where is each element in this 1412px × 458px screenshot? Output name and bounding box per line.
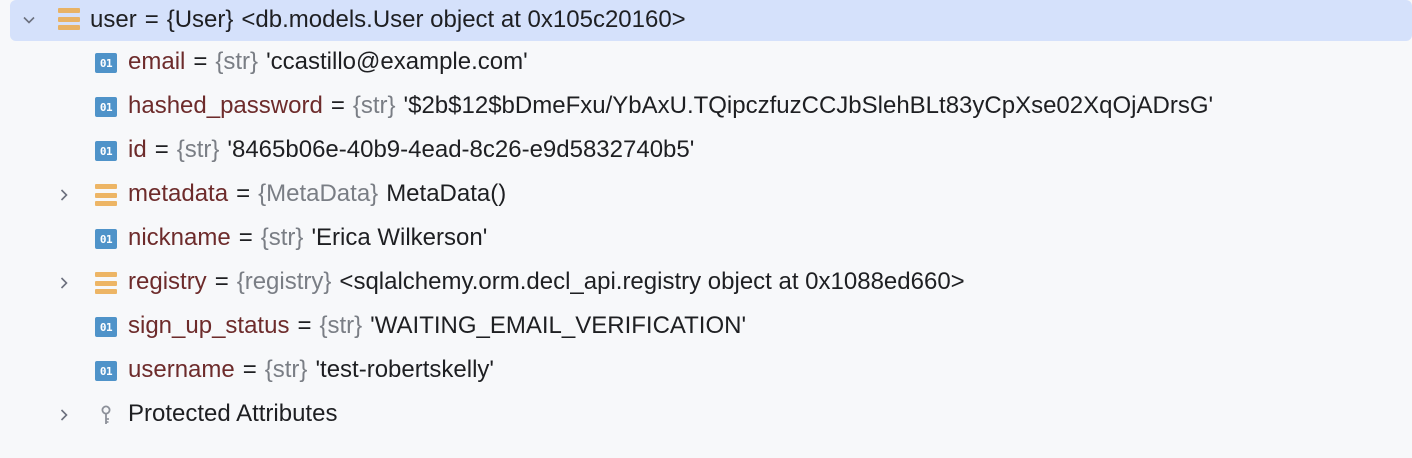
variable-name: sign_up_status: [128, 312, 290, 339]
variable-type: {str}: [319, 312, 363, 339]
equals-sign: =: [154, 136, 169, 163]
primitive-icon: 01: [95, 53, 117, 73]
variable-value: 'ccastillo@example.com': [266, 48, 528, 75]
chevron-right-icon[interactable]: [52, 403, 76, 427]
tree-row-id[interactable]: 01 id = {str} '8465b06e-40b9-4ead-8c26-e…: [0, 129, 1412, 173]
variable-name: registry: [128, 268, 207, 295]
tree-row-username[interactable]: 01 username = {str} 'test-robertskelly': [0, 349, 1412, 393]
tree-row-protected-attributes[interactable]: Protected Attributes: [0, 393, 1412, 437]
variable-value: 'Erica Wilkerson': [311, 224, 488, 251]
variable-value: <db.models.User object at 0x105c20160>: [241, 6, 686, 33]
tree-row-email[interactable]: 01 email = {str} 'ccastillo@example.com': [0, 41, 1412, 85]
tree-row-metadata[interactable]: metadata = {MetaData} MetaData(): [0, 173, 1412, 217]
variable-type: {str}: [215, 48, 259, 75]
variable-name: nickname: [128, 224, 231, 251]
protected-attributes-label: Protected Attributes: [128, 400, 338, 427]
variable-type: {registry}: [236, 268, 332, 295]
equals-sign: =: [236, 180, 251, 207]
variable-type: {str}: [352, 92, 396, 119]
variable-type: {str}: [176, 136, 220, 163]
variable-value: 'test-robertskelly': [315, 356, 494, 383]
chevron-down-icon[interactable]: [17, 8, 41, 32]
variable-name: hashed_password: [128, 92, 323, 119]
equals-sign: =: [297, 312, 312, 339]
tree-row-hashed-password[interactable]: 01 hashed_password = {str} '$2b$12$bDmeF…: [0, 85, 1412, 129]
equals-sign: =: [238, 224, 253, 251]
equals-sign: =: [242, 356, 257, 383]
equals-sign: =: [214, 268, 229, 295]
chevron-right-icon[interactable]: [52, 271, 76, 295]
variable-name: username: [128, 356, 235, 383]
debugger-variables-tree: user = {User} <db.models.User object at …: [0, 0, 1412, 458]
primitive-icon: 01: [95, 97, 117, 117]
tree-row-user[interactable]: user = {User} <db.models.User object at …: [10, 0, 1412, 41]
variable-name: email: [128, 48, 186, 75]
primitive-icon: 01: [95, 317, 117, 337]
object-icon: [95, 184, 117, 206]
equals-sign: =: [144, 6, 159, 33]
chevron-right-icon[interactable]: [52, 183, 76, 207]
variable-value: 'WAITING_EMAIL_VERIFICATION': [370, 312, 747, 339]
object-icon: [95, 272, 117, 294]
tree-row-nickname[interactable]: 01 nickname = {str} 'Erica Wilkerson': [0, 217, 1412, 261]
variable-value: '8465b06e-40b9-4ead-8c26-e9d5832740b5': [227, 136, 695, 163]
primitive-icon: 01: [95, 361, 117, 381]
tree-row-registry[interactable]: registry = {registry} <sqlalchemy.orm.de…: [0, 261, 1412, 305]
equals-sign: =: [193, 48, 208, 75]
variable-name: metadata: [128, 180, 229, 207]
primitive-icon: 01: [95, 141, 117, 161]
object-icon: [58, 8, 80, 30]
tree-row-sign-up-status[interactable]: 01 sign_up_status = {str} 'WAITING_EMAIL…: [0, 305, 1412, 349]
variable-type: {str}: [260, 224, 304, 251]
equals-sign: =: [330, 92, 345, 119]
primitive-icon: 01: [95, 229, 117, 249]
variable-value: <sqlalchemy.orm.decl_api.registry object…: [339, 268, 965, 295]
variable-name: id: [128, 136, 147, 163]
variable-type: {User}: [166, 6, 234, 33]
variable-name: user: [90, 6, 137, 33]
variable-type: {str}: [264, 356, 308, 383]
variable-value: '$2b$12$bDmeFxu/YbAxU.TQipczfuzCCJbSlehB…: [403, 92, 1214, 119]
variable-value: MetaData(): [386, 180, 507, 207]
key-icon: [100, 405, 116, 427]
variable-type: {MetaData}: [258, 180, 379, 207]
